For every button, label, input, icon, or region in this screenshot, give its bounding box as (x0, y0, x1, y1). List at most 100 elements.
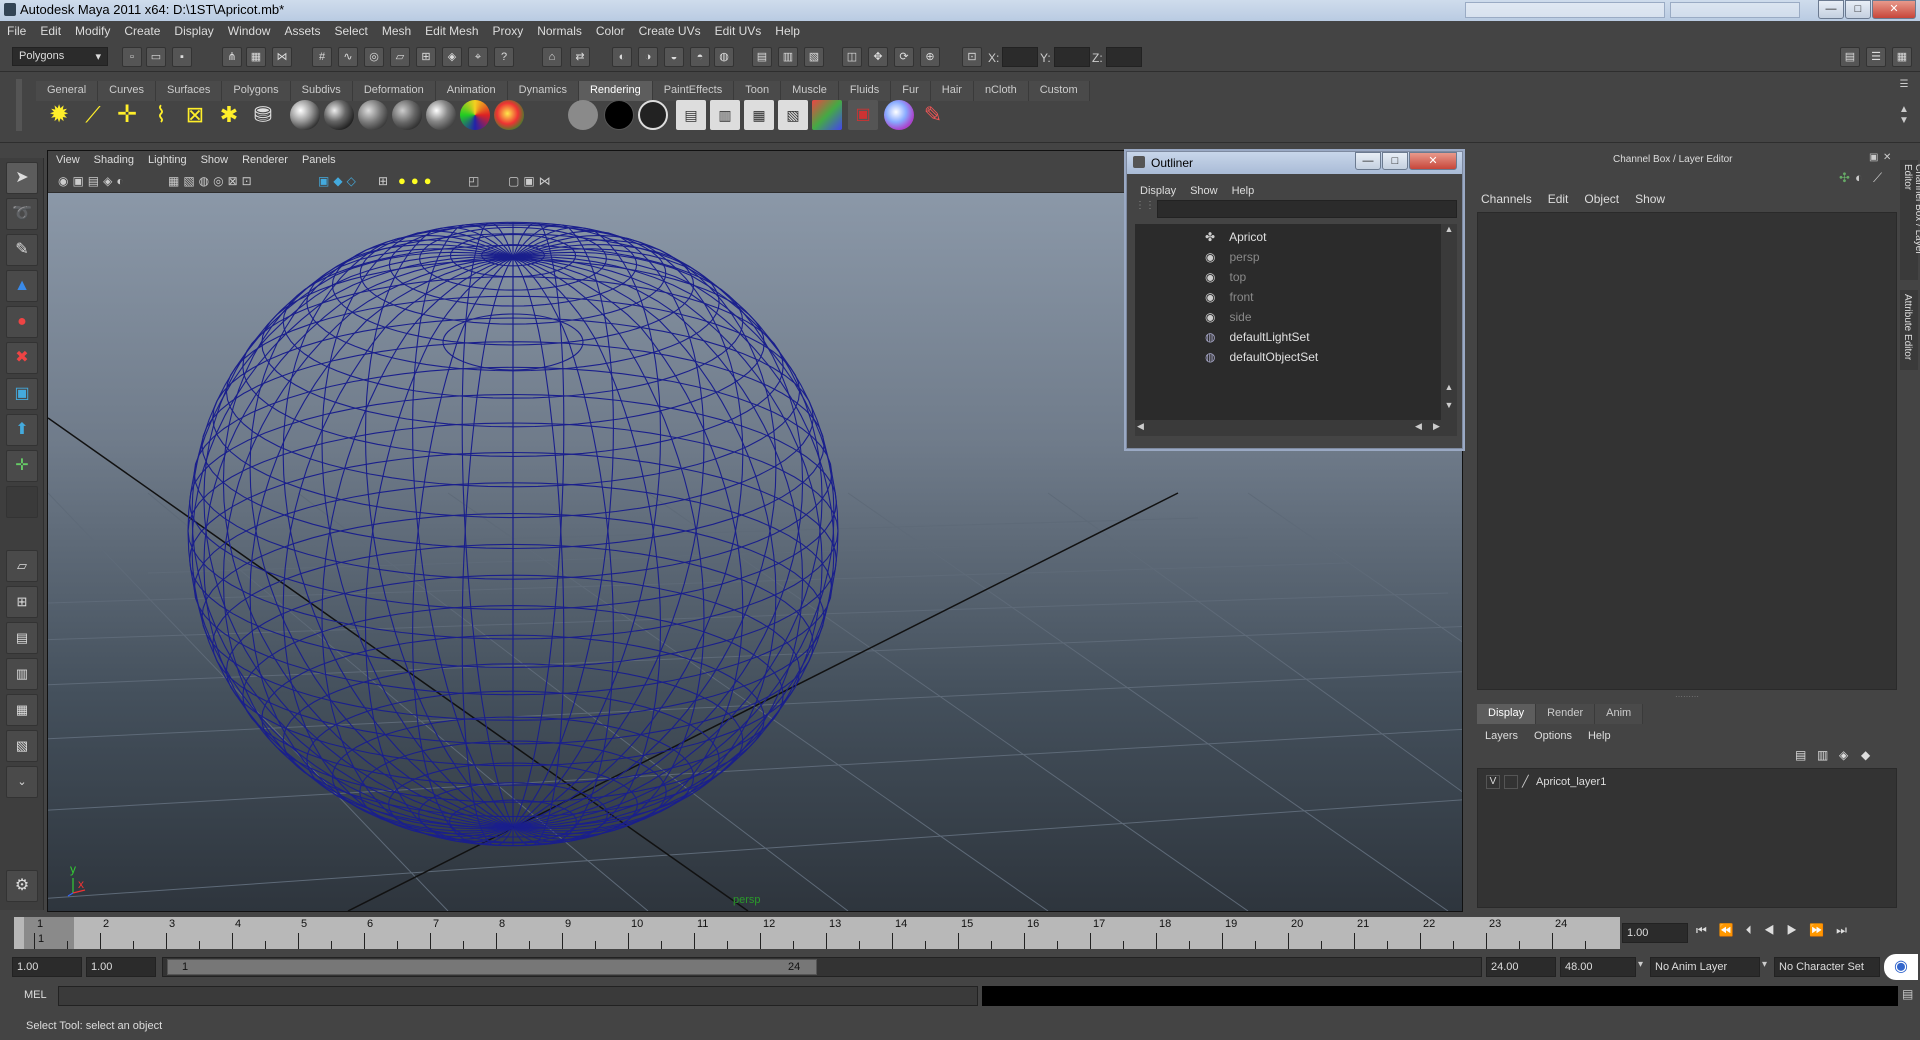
directional-light-icon[interactable]: ⟋ (78, 100, 108, 130)
surface-shader-black-icon[interactable] (604, 100, 634, 130)
shelf-scroll-up-icon[interactable]: ▲ (1896, 104, 1912, 115)
menu-help[interactable]: Help (768, 21, 807, 42)
layer-menu-help[interactable]: Help (1580, 730, 1619, 742)
channel-box-float-icon[interactable]: ▣ (1869, 152, 1878, 163)
shelf-scroll[interactable]: ☰ ▲ ▼ (1896, 79, 1912, 135)
tab-hair[interactable]: Hair (930, 81, 974, 101)
tab-toon[interactable]: Toon (734, 81, 782, 101)
paint-brush-icon[interactable]: ✎ (918, 100, 948, 130)
phong-sphere-icon[interactable] (358, 100, 388, 130)
menu-color[interactable]: Color (589, 21, 632, 42)
select-component-icon[interactable]: ⋈ (272, 47, 292, 67)
channel-box-manip-icon[interactable]: ✣ (1839, 170, 1850, 186)
shelf-options-icon[interactable]: ☰ (1896, 79, 1912, 90)
render-view-icon[interactable]: ◐ (612, 47, 632, 67)
list-item[interactable]: ◍ defaultObjectSet (1205, 350, 1318, 370)
list-item[interactable]: ◍ defaultLightSet (1205, 330, 1310, 350)
tab-deformation[interactable]: Deformation (352, 81, 436, 101)
outliner-horizontal-scrollbar[interactable]: ◀ ◀ ▶ (1135, 420, 1457, 436)
viewport-menu-lighting[interactable]: Lighting (141, 151, 194, 172)
outliner-close-button[interactable]: ✕ (1409, 152, 1457, 170)
display-mode-icon[interactable]: ▦▧◍◎⊠⊡ (168, 174, 256, 188)
layer-menu-layers[interactable]: Layers (1477, 730, 1526, 742)
scroll-down-icon[interactable]: ▼ (1441, 400, 1457, 410)
maximize-button[interactable]: □ (1845, 0, 1871, 19)
single-perspective-layout-icon[interactable]: ▱ (6, 550, 38, 582)
animation-end-field[interactable]: 48.00 (1560, 957, 1636, 977)
channel-box-speed-icon[interactable]: ◐ (1855, 170, 1863, 185)
open-scene-icon[interactable]: ▭ (146, 47, 166, 67)
list-item[interactable]: ◉ persp (1205, 250, 1260, 270)
tab-rendering[interactable]: Rendering (578, 81, 653, 101)
select-object-icon[interactable]: ▦ (246, 47, 266, 67)
channel-menu-edit[interactable]: Edit (1540, 192, 1577, 206)
render-globals-icon[interactable]: ▦ (744, 100, 774, 130)
render-icon[interactable]: ▤ (676, 100, 706, 130)
menu-assets[interactable]: Assets (277, 21, 327, 42)
pan-icon[interactable]: ✥ (868, 47, 888, 67)
menu-edit-uvs[interactable]: Edit UVs (708, 21, 769, 42)
tab-custom[interactable]: Custom (1028, 81, 1090, 101)
dolly-icon[interactable]: ⊕ (920, 47, 940, 67)
camera-icon[interactable]: ◫ (842, 47, 862, 67)
play-forwards-icon[interactable]: ▶ (1787, 923, 1810, 937)
go-to-end-icon[interactable]: ⏭ (1836, 923, 1859, 937)
viewport-menu-show[interactable]: Show (194, 151, 236, 172)
outliner-titlebar[interactable]: Outliner — □ ✕ (1127, 152, 1462, 174)
tab-subdivs[interactable]: Subdivs (290, 81, 353, 101)
tab-curves[interactable]: Curves (98, 81, 156, 101)
range-slider-handle[interactable]: 1 24 (167, 959, 817, 975)
panel-divider[interactable]: ⋯⋯⋯ (1477, 692, 1897, 701)
show-tool-settings-icon[interactable]: ☰ (1866, 47, 1886, 67)
minimize-button[interactable]: — (1818, 0, 1844, 19)
title-search-box[interactable] (1465, 2, 1665, 18)
step-back-key-icon[interactable]: ⏪ (1719, 923, 1746, 937)
time-slider-track[interactable]: 1 1 2 3 4 5 6 7 8 9 10 11 12 13 14 15 16 17 18 19 20 21 22 23 2… (14, 917, 1620, 949)
snap-curve-icon[interactable]: ∿ (338, 47, 358, 67)
menu-create-uvs[interactable]: Create UVs (632, 21, 708, 42)
menu-file[interactable]: File (0, 21, 33, 42)
viewport-menu-renderer[interactable]: Renderer (235, 151, 295, 172)
tab-polygons[interactable]: Polygons (222, 81, 291, 101)
channel-box-close-icon[interactable]: ✕ (1883, 152, 1891, 163)
scroll-up-icon[interactable]: ▲ (1441, 382, 1457, 392)
list-item[interactable]: ◉ top (1205, 270, 1246, 290)
ipr-icon[interactable]: ▥ (710, 100, 740, 130)
history-icon[interactable]: ? (494, 47, 514, 67)
tab-surfaces[interactable]: Surfaces (155, 81, 223, 101)
channel-menu-show[interactable]: Show (1627, 192, 1673, 206)
layered-shader-icon[interactable] (494, 100, 524, 130)
persp-graph-layout-icon[interactable]: ▥ (6, 658, 38, 690)
use-background-icon[interactable] (638, 100, 668, 130)
isolate-select-icon[interactable]: ◰ (468, 174, 483, 188)
menu-display[interactable]: Display (167, 21, 220, 42)
save-scene-icon[interactable]: ▪ (172, 47, 192, 67)
character-set-dropdown[interactable]: No Character Set (1774, 957, 1880, 977)
four-view-layout-icon[interactable]: ⊞ (6, 586, 38, 618)
blinn-sphere-icon[interactable] (324, 100, 354, 130)
tab-display[interactable]: Display (1477, 704, 1537, 724)
input-output-icon[interactable]: ⇄ (570, 47, 590, 67)
lock-icon[interactable]: ⌂ (542, 47, 562, 67)
tab-painteffects[interactable]: PaintEffects (652, 81, 735, 101)
char-set-chevron-icon[interactable]: ▾ (1762, 959, 1767, 970)
shelf-scroll-down-icon[interactable]: ▼ (1896, 115, 1912, 126)
soft-modification-tool-icon[interactable]: ⬆ (6, 414, 38, 446)
layer-color-swatch[interactable]: ╱ (1522, 775, 1534, 789)
menu-select[interactable]: Select (327, 21, 374, 42)
channel-menu-channels[interactable]: Channels (1473, 192, 1540, 206)
y-field[interactable] (1054, 47, 1090, 67)
layout-options-icon[interactable]: ⌄ (6, 766, 38, 798)
scroll-right-icon[interactable]: ▶ (1433, 421, 1440, 432)
rotate-tool-icon[interactable]: ● (6, 306, 38, 338)
menu-proxy[interactable]: Proxy (486, 21, 531, 42)
list-item[interactable]: ✤ Apricot (1205, 230, 1266, 250)
lighting-mode-icon[interactable]: ●●● (398, 173, 437, 188)
scroll-up-icon[interactable]: ▲ (1441, 224, 1457, 234)
create-empty-layer-icon[interactable]: ◈ (1839, 748, 1848, 762)
x-field[interactable] (1002, 47, 1038, 67)
camera-tools-icon[interactable]: ◉▣▤◈◐ (58, 174, 128, 188)
mode-dropdown[interactable]: Polygons ▾ (12, 47, 108, 66)
persp-outliner-layout-icon[interactable]: ▤ (6, 622, 38, 654)
batch-render-icon[interactable]: ▧ (778, 100, 808, 130)
